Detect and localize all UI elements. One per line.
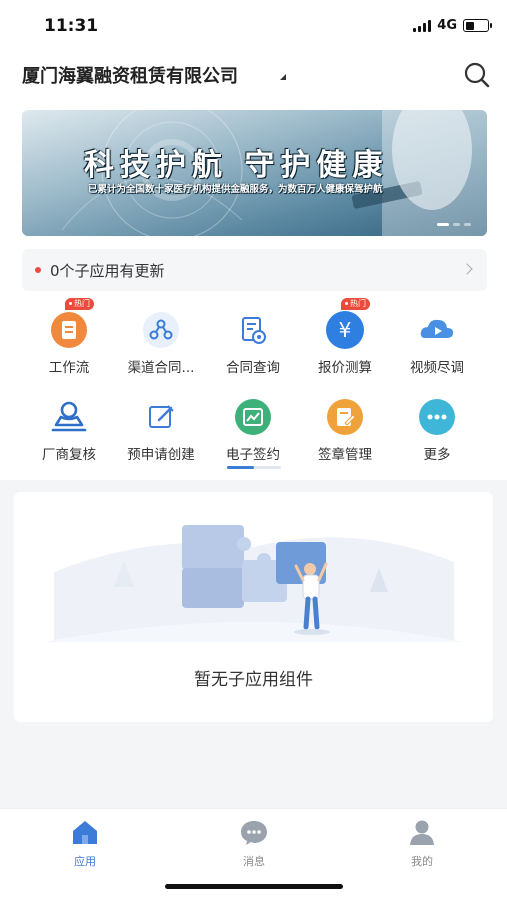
battery-icon — [463, 19, 492, 32]
empty-state-illustration — [44, 525, 464, 642]
profile-icon — [410, 820, 434, 845]
header: 厦门海翼融资租赁有限公司 — [22, 58, 492, 92]
notice-text: 0个子应用有更新 — [50, 262, 165, 280]
app-label: 报价测算 — [318, 360, 372, 376]
app-label: 厂商复核 — [42, 447, 96, 463]
app-label: 电子签约 — [226, 447, 280, 463]
hot-badge: 热门 — [65, 298, 94, 310]
tab-label: 应用 — [74, 855, 96, 868]
status-bar: 11:31 4G — [0, 0, 507, 52]
company-name[interactable]: 厦门海翼融资租赁有限公司 — [22, 62, 238, 88]
app-e-sign[interactable]: 电子签约 — [209, 397, 297, 463]
app-video-call[interactable]: 视频尽调 — [393, 310, 481, 376]
app-vendor-review[interactable]: 厂商复核 — [25, 397, 113, 463]
app-label: 渠道合同... — [127, 360, 195, 376]
e-sign-icon — [233, 397, 273, 437]
page-indicator-active — [227, 466, 254, 469]
app-label: 预申请创建 — [127, 447, 195, 463]
banner-title: 科技护航 守护健康 — [84, 148, 389, 183]
app-seal-manage[interactable]: 签章管理 — [301, 397, 389, 463]
app-label: 签章管理 — [318, 447, 372, 463]
app-grid-page-indicator — [227, 466, 281, 469]
quote-calc-icon: ¥ 热门 — [325, 298, 370, 350]
update-notice[interactable]: 0个子应用有更新 — [22, 249, 487, 291]
notice-dot-icon — [35, 267, 41, 273]
hot-badge: 热门 — [341, 298, 370, 310]
app-label: 视频尽调 — [410, 360, 464, 376]
seal-manage-icon — [325, 397, 365, 437]
search-icon[interactable] — [462, 60, 492, 90]
widget-area: 暂无子应用组件 — [14, 492, 493, 722]
signal-icon — [413, 19, 432, 32]
banner-pagination — [437, 223, 471, 226]
app-label: 合同查询 — [226, 360, 280, 376]
app-label: 更多 — [423, 447, 451, 463]
video-call-icon — [417, 310, 457, 350]
pre-apply-icon — [141, 397, 181, 437]
status-indicators: 4G — [413, 18, 492, 33]
app-pre-apply[interactable]: 预申请创建 — [117, 397, 205, 463]
app-contract-query[interactable]: 合同查询 — [209, 310, 297, 376]
promo-banner[interactable]: 科技护航 守护健康 已累计为全国数十家医疗机构提供金融服务，为数百万人健康保驾护… — [22, 110, 487, 236]
company-switch-caret-icon[interactable] — [280, 74, 286, 80]
app-more[interactable]: 更多 — [393, 397, 481, 463]
banner-subtitle: 已累计为全国数十家医疗机构提供金融服务，为数百万人健康保驾护航 — [88, 184, 383, 195]
app-channel-contract[interactable]: 渠道合同... — [117, 310, 205, 376]
tab-label: 消息 — [243, 855, 265, 868]
empty-state-text: 暂无子应用组件 — [194, 670, 313, 690]
home-indicator[interactable] — [165, 884, 343, 889]
tab-messages[interactable]: 消息 — [214, 817, 294, 869]
app-quote-calc[interactable]: ¥ 热门 报价测算 — [301, 298, 389, 376]
message-icon — [241, 821, 267, 845]
network-type: 4G — [437, 18, 457, 33]
tab-profile[interactable]: 我的 — [382, 817, 462, 869]
channel-contract-icon — [141, 310, 181, 350]
app-label: 工作流 — [48, 360, 90, 376]
workflow-icon: 热门 — [49, 298, 94, 350]
svg-text:¥: ¥ — [339, 318, 352, 342]
tab-apps[interactable]: 应用 — [45, 817, 125, 869]
apps-icon — [73, 821, 97, 844]
tab-label: 我的 — [411, 855, 433, 868]
vendor-review-icon — [49, 397, 89, 437]
more-icon — [417, 397, 457, 437]
contract-query-icon — [233, 310, 273, 350]
chevron-right-icon — [461, 263, 473, 275]
status-time: 11:31 — [44, 16, 99, 36]
app-workflow[interactable]: 热门 工作流 — [25, 298, 113, 376]
